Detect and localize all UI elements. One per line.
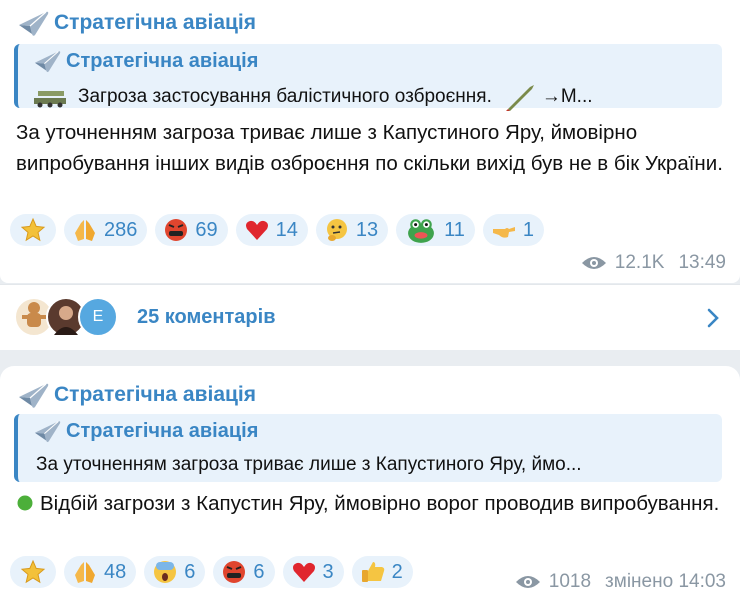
message-meta: 12.1K 13:49	[581, 252, 726, 274]
message-time: змінено 14:03	[605, 571, 726, 592]
views-count: 1018	[548, 571, 592, 592]
reaction-frog[interactable]: 11	[396, 214, 475, 246]
forwarded-from[interactable]: Стратегічна авіація	[16, 380, 256, 410]
message-text: За уточненням загроза триває лише з Капу…	[16, 121, 723, 175]
pointing-hand-icon	[492, 227, 515, 238]
views-eye-icon	[581, 257, 606, 269]
message-text: Відбій загрози з Капустин Яру, ймовірно …	[16, 488, 724, 519]
missile-launcher-icon	[34, 91, 66, 108]
quote-text-main: Загроза застосування балістичного озброє…	[78, 86, 492, 107]
reaction-count: 3	[322, 560, 334, 583]
reaction-count: 14	[275, 218, 298, 241]
missile-icon	[505, 85, 534, 111]
airplane-icon	[32, 48, 62, 74]
channel-name[interactable]: Стратегічна авіація	[54, 383, 256, 407]
reaction-angry[interactable]: 69	[155, 214, 228, 246]
message-meta: 1018 змінено 14:03	[515, 571, 726, 593]
reaction-star[interactable]	[10, 556, 56, 588]
reaction-scream[interactable]: 6	[144, 556, 206, 588]
message-text-content: Відбій загрози з Капустин Яру, ймовірно …	[40, 492, 720, 515]
thinking-face-icon	[326, 219, 347, 241]
airplane-icon	[16, 380, 50, 410]
reaction-pray[interactable]: 286	[64, 214, 148, 246]
frog-sticker-icon	[408, 219, 435, 243]
angry-face-icon	[223, 561, 246, 583]
reaction-count: 48	[104, 560, 127, 583]
avatar-letter: E	[92, 308, 104, 325]
star-icon	[20, 559, 46, 584]
pray-icon	[75, 562, 95, 583]
reaction-count: 11	[444, 218, 465, 241]
reaction-count: 1	[522, 218, 535, 241]
thumbs-up-icon	[361, 562, 384, 582]
channel-name[interactable]: Стратегічна авіація	[54, 11, 256, 35]
reaction-thumbs-up[interactable]: 2	[351, 556, 413, 588]
heart-icon	[292, 562, 315, 582]
avatar: E	[78, 297, 118, 337]
star-icon	[20, 217, 46, 242]
reaction-count: 69	[195, 218, 218, 241]
message-bubble: Стратегічна авіація Стратегічна авіація …	[0, 366, 740, 613]
reaction-thinking[interactable]: 13	[315, 214, 389, 246]
airplane-icon	[16, 8, 50, 38]
reaction-star[interactable]	[10, 214, 56, 246]
reaction-heart[interactable]: 14	[235, 214, 308, 246]
heart-icon	[245, 220, 268, 240]
reaction-count: 6	[184, 560, 196, 583]
message-bubble: Стратегічна авіація Стратегічна авіація …	[0, 0, 740, 283]
reaction-count: 13	[355, 218, 379, 241]
quote-channel-name: Стратегічна авіація	[66, 49, 259, 72]
views-count: 12.1K	[614, 252, 665, 273]
forwarded-from[interactable]: Стратегічна авіація	[16, 8, 256, 38]
comments-bar[interactable]: E 25 коментарів	[0, 284, 740, 350]
quote-text: Загроза застосування балістичного озброє…	[32, 82, 712, 112]
comments-count[interactable]: 25 коментарів	[137, 306, 276, 329]
quote-channel: Стратегічна авіація	[32, 418, 258, 444]
angry-face-icon	[165, 219, 188, 241]
reply-quote[interactable]: Стратегічна авіація За уточненням загроз…	[14, 414, 722, 482]
reaction-count: 286	[104, 218, 138, 241]
reaction-point[interactable]: 1	[482, 214, 545, 246]
reply-quote[interactable]: Стратегічна авіація Загроза застосування…	[14, 44, 722, 111]
quote-text-tail: →М...	[541, 86, 593, 107]
quote-channel-name: Стратегічна авіація	[66, 419, 259, 442]
reaction-count: 2	[391, 560, 403, 583]
airplane-icon	[32, 418, 62, 444]
views-eye-icon	[515, 576, 540, 588]
reaction-pray[interactable]: 48	[64, 556, 137, 588]
message-time: 13:49	[678, 252, 726, 273]
reactions-bar: 286 69 14 13 11 1	[10, 214, 545, 246]
pray-icon	[75, 220, 95, 241]
reaction-angry[interactable]: 6	[213, 556, 275, 588]
green-circle-icon	[17, 495, 33, 511]
reaction-heart[interactable]: 3	[282, 556, 344, 588]
quote-text: За уточненням загроза триває лише з Капу…	[36, 454, 582, 475]
screaming-face-icon	[154, 561, 177, 583]
reaction-count: 6	[253, 560, 265, 583]
chevron-right-icon[interactable]	[706, 307, 720, 329]
quote-channel: Стратегічна авіація	[32, 48, 258, 74]
reactions-bar: 48 6 6 3 2	[10, 556, 413, 588]
